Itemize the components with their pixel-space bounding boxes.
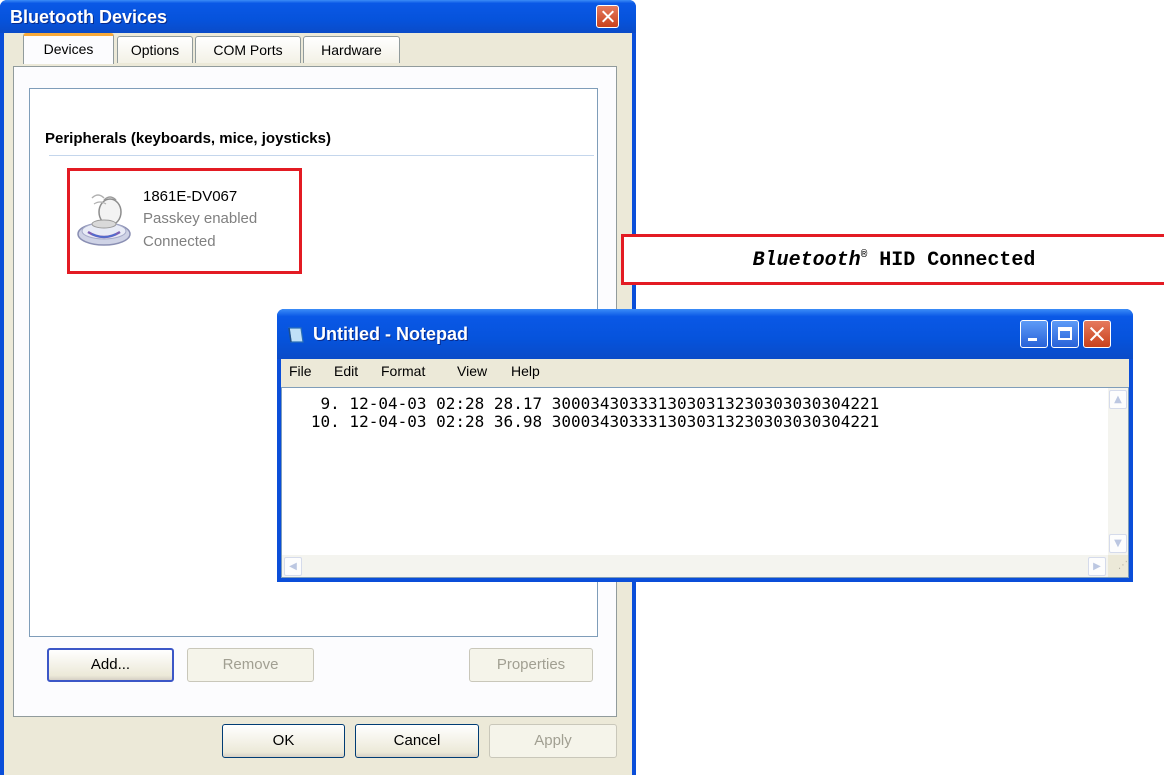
- callout-text: Bluetooth® HID Connected: [624, 249, 1164, 272]
- vertical-scrollbar[interactable]: ▲ ▼: [1108, 388, 1128, 555]
- menu-file[interactable]: File: [289, 363, 312, 379]
- menu-view[interactable]: View: [457, 363, 487, 379]
- notepad-close-button[interactable]: [1083, 320, 1111, 348]
- window-title: Bluetooth Devices: [10, 7, 168, 27]
- notepad-title-bar[interactable]: Untitled - Notepad: [277, 309, 1133, 359]
- remove-button[interactable]: Remove: [187, 648, 314, 682]
- notepad-text-area[interactable]: 9. 12-04-03 02:28 28.17 3000343033313030…: [281, 387, 1129, 578]
- group-divider: [49, 155, 594, 156]
- minimize-button[interactable]: [1020, 320, 1048, 348]
- menu-help[interactable]: Help: [511, 363, 540, 379]
- size-grip-icon[interactable]: ⋰: [1108, 555, 1128, 577]
- title-bar[interactable]: Bluetooth Devices: [0, 0, 636, 33]
- maximize-button[interactable]: [1051, 320, 1079, 348]
- scroll-left-arrow-icon[interactable]: ◀: [284, 557, 302, 576]
- menu-edit[interactable]: Edit: [334, 363, 358, 379]
- menu-bar: File Edit Format View Help: [281, 359, 1129, 387]
- apply-button[interactable]: Apply: [489, 724, 617, 758]
- text-line: 9. 12-04-03 02:28 28.17 3000343033313030…: [282, 394, 880, 413]
- notepad-title: Untitled - Notepad: [313, 324, 468, 344]
- text-line: 10. 12-04-03 02:28 36.98 300034303331303…: [282, 412, 880, 431]
- tab-options[interactable]: Options: [117, 36, 193, 63]
- notepad-window: Untitled - Notepad File Edit Format View…: [277, 309, 1133, 582]
- menu-format[interactable]: Format: [381, 363, 425, 379]
- close-button[interactable]: [596, 5, 619, 28]
- ok-button[interactable]: OK: [222, 724, 345, 758]
- device-passkey-status: Passkey enabled: [143, 210, 258, 227]
- hid-connected-callout: Bluetooth® HID Connected: [621, 234, 1164, 285]
- bluetooth-mouse-icon[interactable]: [74, 190, 140, 250]
- notepad-icon: [286, 326, 306, 344]
- cancel-button[interactable]: Cancel: [355, 724, 479, 758]
- bluetooth-brand: Bluetooth: [752, 249, 861, 272]
- scroll-down-arrow-icon[interactable]: ▼: [1109, 534, 1127, 553]
- callout-label: HID Connected: [867, 249, 1036, 272]
- device-connection-status: Connected: [143, 233, 216, 250]
- scroll-up-arrow-icon[interactable]: ▲: [1109, 390, 1127, 409]
- device-name: 1861E-DV067: [143, 188, 238, 205]
- scroll-right-arrow-icon[interactable]: ▶: [1088, 557, 1106, 576]
- group-header: Peripherals (keyboards, mice, joysticks): [45, 130, 331, 147]
- properties-button[interactable]: Properties: [469, 648, 593, 682]
- tab-hardware[interactable]: Hardware: [303, 36, 400, 63]
- horizontal-scrollbar[interactable]: ◀ ▶: [282, 555, 1108, 577]
- add-button[interactable]: Add...: [47, 648, 174, 682]
- tab-com-ports[interactable]: COM Ports: [195, 36, 301, 63]
- tab-devices[interactable]: Devices: [23, 33, 114, 64]
